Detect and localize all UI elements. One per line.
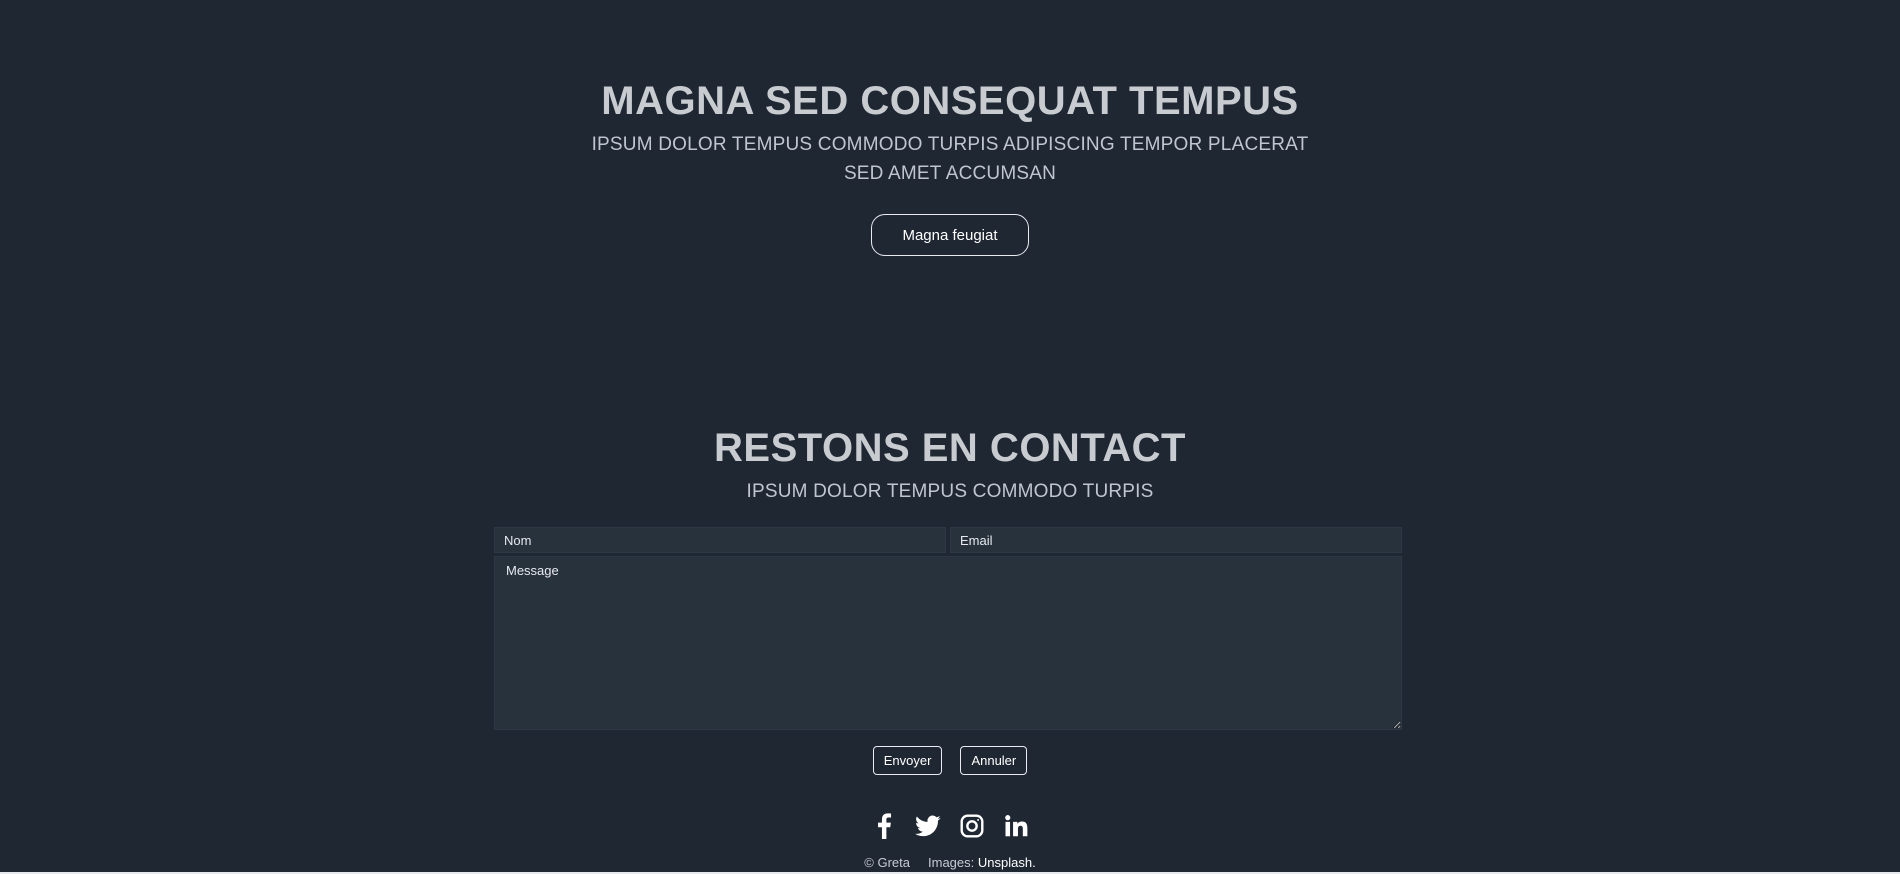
- hero-title: MAGNA SED CONSEQUAT TEMPUS: [601, 79, 1299, 123]
- contact-section: RESTONS EN CONTACT IPSUM DOLOR TEMPUS CO…: [0, 425, 1900, 505]
- contact-title: RESTONS EN CONTACT: [714, 426, 1186, 470]
- facebook-icon[interactable]: [871, 813, 897, 839]
- images-label: Images:: [928, 855, 975, 870]
- submit-button[interactable]: Envoyer: [872, 746, 943, 775]
- magna-feugiat-button[interactable]: Magna feugiat: [871, 214, 1029, 256]
- form-actions: Envoyer Annuler: [0, 746, 1900, 775]
- unsplash-link[interactable]: Unsplash.: [978, 855, 1036, 870]
- copyright-text: © Greta: [864, 855, 910, 870]
- contact-subtitle: IPSUM DOLOR TEMPUS COMMODO TURPIS: [746, 481, 1154, 502]
- hero-section: MAGNA SED CONSEQUAT TEMPUS IPSUM DOLOR T…: [0, 78, 1900, 256]
- instagram-icon[interactable]: [959, 813, 985, 839]
- footer: © Greta Images: Unsplash.: [0, 855, 1900, 871]
- twitter-icon[interactable]: [915, 813, 941, 839]
- name-field[interactable]: [494, 527, 946, 553]
- cancel-button[interactable]: Annuler: [960, 746, 1028, 775]
- hero-subtitle: IPSUM DOLOR TEMPUS COMMODO TURPIS ADIPIS…: [591, 134, 1309, 184]
- email-field[interactable]: [950, 527, 1402, 553]
- name-email-row: [494, 527, 1402, 553]
- linkedin-icon[interactable]: [1003, 813, 1029, 839]
- contact-form: [494, 527, 1402, 730]
- message-field[interactable]: [494, 556, 1402, 730]
- page: MAGNA SED CONSEQUAT TEMPUS IPSUM DOLOR T…: [0, 0, 1900, 874]
- social-links: [0, 813, 1900, 839]
